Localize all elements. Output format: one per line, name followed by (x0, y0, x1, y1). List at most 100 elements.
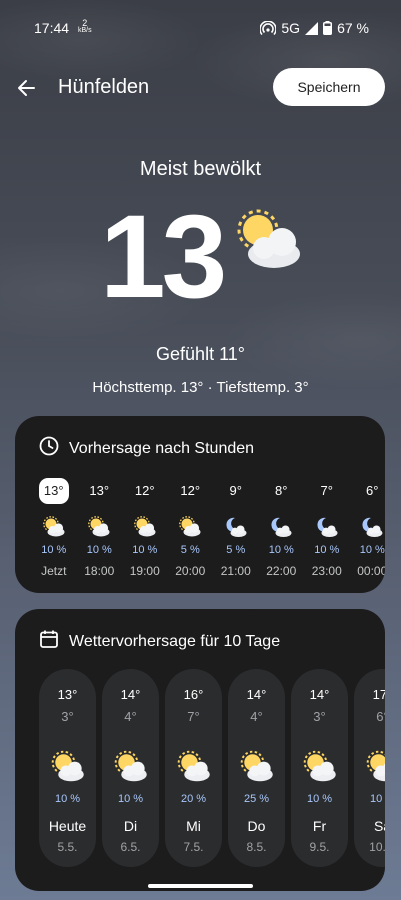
hourly-precip: 10 % (132, 544, 158, 556)
hourly-temp: 12° (180, 483, 201, 498)
arrow-left-icon (14, 80, 40, 105)
hourly-time: 23:00 (311, 564, 342, 578)
daily-high: 16° (183, 687, 204, 702)
daily-list[interactable]: 13° 3° 10 % Heute 5.5. 14° 4° 10 % Di 6.5. 16° 7° 20… (39, 669, 385, 867)
hourly-forecast-header: Vorhersage nach Stunden (39, 436, 254, 461)
daily-item[interactable]: 14° 4° 10 % Di 6.5. (102, 669, 159, 867)
daily-day: Sa (373, 818, 385, 834)
daily-date: 8.5. (246, 840, 267, 854)
hourly-item: 6° 10 % 00:00 (350, 478, 385, 578)
hourly-item: 13° 10 % Jetzt (31, 478, 77, 578)
hourly-item: 12° 10 % 19:00 (122, 478, 168, 578)
daily-item[interactable]: 16° 7° 20 % Mi 7.5. (165, 669, 222, 867)
daily-precip: 10 % (306, 793, 333, 805)
daily-forecast-title: Wettervorhersage für 10 Tage (69, 632, 281, 650)
partly-cloudy-icon (291, 749, 348, 785)
hourly-temp: 6° (366, 483, 379, 498)
app-header: Hünfelden Speichern (0, 68, 401, 108)
partly-cloudy-icon (31, 510, 77, 544)
hourly-temp: 13° (89, 483, 110, 498)
daily-day: Di (123, 818, 138, 834)
daily-precip: 20 % (180, 793, 207, 805)
current-temperature: 13 (100, 191, 227, 323)
hourly-time: 18:00 (84, 564, 115, 578)
hourly-precip: 10 % (359, 544, 385, 556)
battery-icon (323, 21, 333, 35)
hourly-list[interactable]: 13° 10 % Jetzt 13° 10 % 18:00 12° 10 % 19:00 12° 5… (31, 478, 385, 578)
hourly-time: 21:00 (220, 564, 251, 578)
high-low-temperature: Höchsttemp. 13° · Tiefsttemp. 3° (92, 379, 309, 396)
daily-date: 7.5. (183, 840, 204, 854)
daily-low: 6° (376, 709, 385, 724)
hotspot-icon (260, 21, 277, 35)
partly-cloudy-icon (354, 749, 385, 785)
hourly-time: 22:00 (266, 564, 297, 578)
hourly-precip: 5 % (180, 544, 200, 556)
daily-forecast-card[interactable]: Wettervorhersage für 10 Tage 13° 3° 10 % He… (15, 609, 385, 891)
partly-cloudy-night-icon (304, 510, 350, 544)
network-speed-unit: kB/s (78, 27, 92, 34)
daily-low: 3° (61, 709, 74, 724)
hourly-temp: 7° (320, 483, 333, 498)
hourly-precip: 10 % (41, 544, 67, 556)
hourly-precip: 10 % (268, 544, 294, 556)
current-condition: Meist bewölkt (139, 158, 262, 180)
partly-cloudy-icon (77, 510, 123, 544)
hourly-item: 13° 10 % 18:00 (77, 478, 123, 578)
daily-date: 6.5. (120, 840, 141, 854)
save-button[interactable]: Speichern (273, 68, 385, 106)
hourly-forecast-title: Vorhersage nach Stunden (69, 439, 255, 457)
partly-cloudy-icon (228, 749, 285, 785)
home-indicator[interactable] (148, 884, 253, 888)
daily-item[interactable]: 14° 4° 25 % Do 8.5. (228, 669, 285, 867)
partly-cloudy-icon (39, 749, 96, 785)
network-speed: 2 kB/s (78, 18, 92, 35)
hourly-temp: 13° (38, 478, 69, 504)
feels-like: Gefühlt 11° (156, 344, 245, 364)
daily-date: 10.5. (369, 840, 385, 854)
daily-low: 3° (313, 709, 326, 724)
daily-forecast-header: Wettervorhersage für 10 Tage (39, 629, 280, 654)
daily-item[interactable]: 14° 3° 10 % Fr 9.5. (291, 669, 348, 867)
daily-low: 4° (250, 709, 263, 724)
daily-precip: 10 % (54, 793, 81, 805)
daily-high: 13° (57, 687, 78, 702)
daily-day: Do (247, 818, 266, 834)
daily-precip: 10 % (117, 793, 144, 805)
daily-date: 5.5. (57, 840, 78, 854)
daily-low: 4° (124, 709, 137, 724)
daily-high: 14° (309, 687, 330, 702)
back-button[interactable] (14, 75, 40, 101)
partly-cloudy-icon (122, 510, 168, 544)
status-time: 17:44 (34, 20, 70, 36)
hourly-temp: 9° (229, 483, 242, 498)
hourly-forecast-card[interactable]: Vorhersage nach Stunden 13° 10 % Jetzt 13° 1… (15, 416, 385, 593)
partly-cloudy-icon (165, 749, 222, 785)
hourly-item: 9° 5 % 21:00 (213, 478, 259, 578)
network-type: 5G (281, 20, 301, 36)
daily-precip: 25 % (243, 793, 270, 805)
daily-precip: 10 % (369, 793, 385, 805)
hourly-time: 00:00 (357, 564, 385, 578)
partly-cloudy-icon (168, 510, 214, 544)
daily-day: Fr (312, 818, 327, 834)
partly-cloudy-night-icon (259, 510, 305, 544)
daily-high: 17° (372, 687, 385, 702)
status-icons: 5G 67 % (260, 20, 369, 36)
partly-cloudy-icon (102, 749, 159, 785)
daily-high: 14° (120, 687, 141, 702)
hourly-temp: 8° (275, 483, 288, 498)
calendar-icon (39, 629, 59, 654)
daily-item[interactable]: 13° 3° 10 % Heute 5.5. (39, 669, 96, 867)
signal-icon (305, 21, 319, 35)
daily-date: 9.5. (309, 840, 330, 854)
hourly-item: 7° 10 % 23:00 (304, 478, 350, 578)
daily-item[interactable]: 17° 6° 10 % Sa 10.5. (354, 669, 385, 867)
clock-icon (39, 436, 59, 461)
daily-day: Heute (48, 818, 87, 834)
daily-day: Mi (186, 818, 201, 834)
partly-cloudy-night-icon (213, 510, 259, 544)
hourly-time: 19:00 (129, 564, 160, 578)
hourly-time: Jetzt (41, 564, 67, 578)
network-speed-value: 2 (82, 18, 88, 28)
